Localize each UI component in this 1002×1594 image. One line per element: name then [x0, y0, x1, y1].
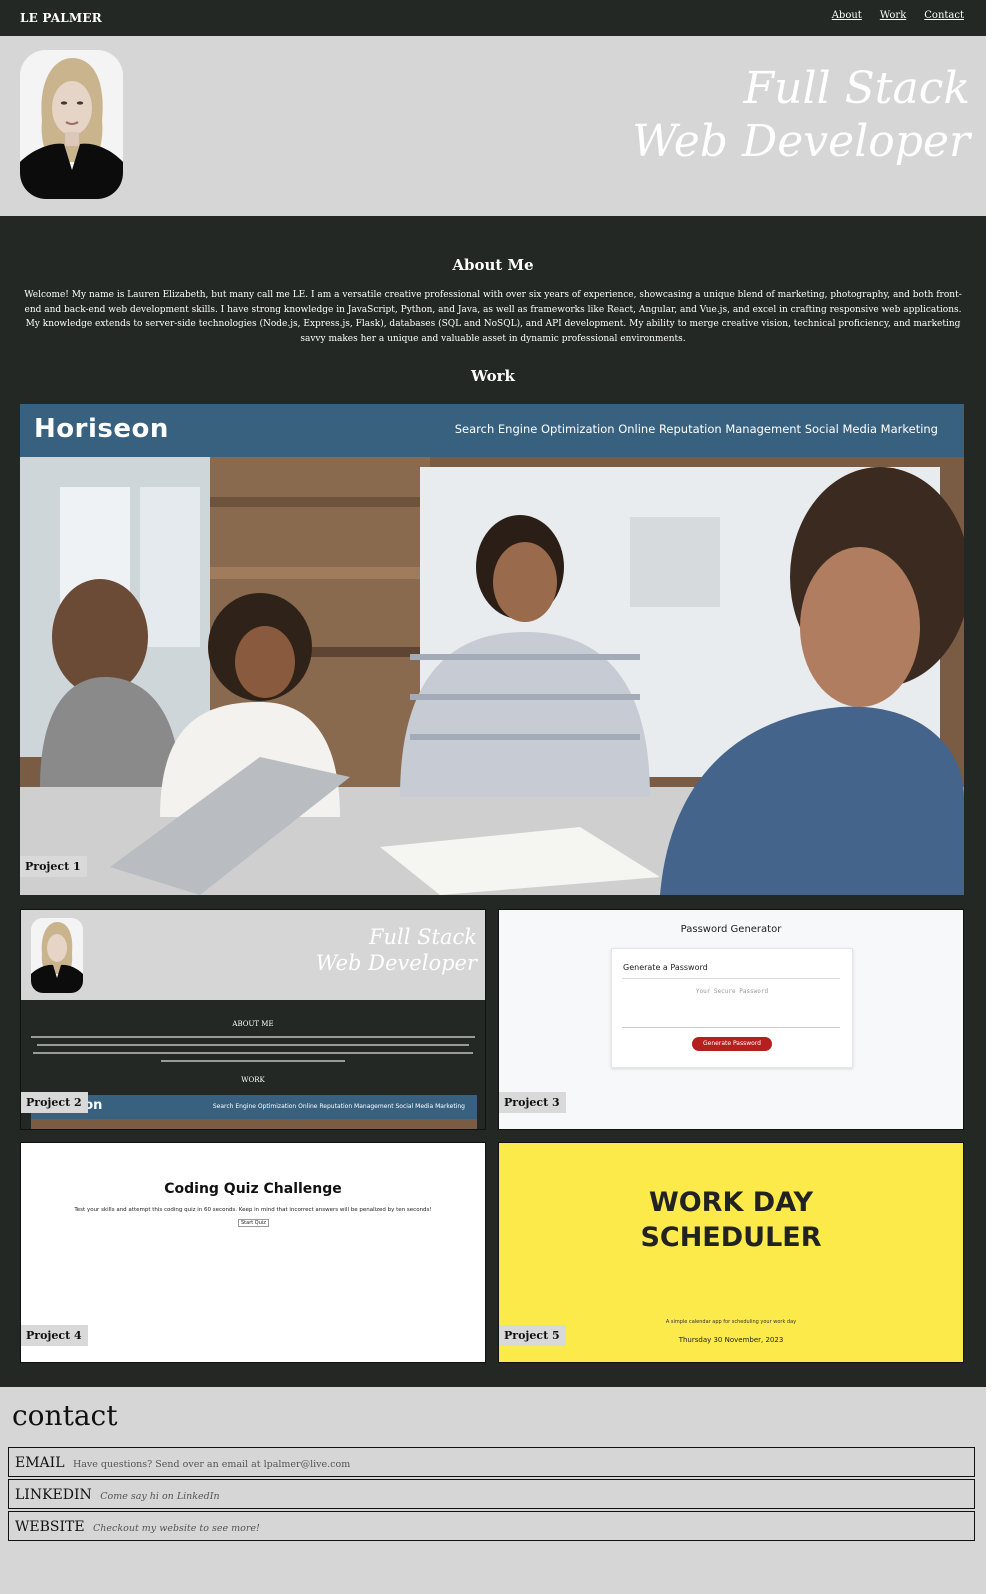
work-heading: Work [471, 367, 515, 385]
profile-photo [20, 50, 123, 199]
team-meeting-image [20, 457, 964, 895]
scheduler-title-line2: SCHEDULER [640, 1222, 822, 1253]
contact-linkedin-title: LINKEDIN [15, 1487, 92, 1503]
pw-divider [622, 978, 840, 979]
project-5-card[interactable]: WORK DAY SCHEDULER A simple calendar app… [498, 1142, 964, 1363]
nav-link-work[interactable]: Work [880, 10, 906, 21]
mini-horiseon-menu: Search Engine Optimization Online Reputa… [212, 1103, 465, 1110]
brand-name[interactable]: LE PALMER [20, 11, 102, 25]
start-quiz-button[interactable]: Start Quiz [238, 1219, 269, 1227]
horiseon-header: Horiseon Search Engine Optimization Onli… [20, 404, 964, 457]
contact-email-row[interactable]: EMAIL Have questions? Send over an email… [8, 1447, 975, 1477]
mini-hero-title: Full Stack Web Developer [316, 924, 477, 976]
horiseon-menu: Search Engine Optimization Online Reputa… [454, 422, 938, 436]
contact-linkedin-desc: Come say hi on LinkedIn [100, 1491, 220, 1502]
mini-hero-title-line1: Full Stack [368, 925, 477, 949]
contact-section: contact EMAIL Have questions? Send over … [0, 1387, 986, 1594]
page-scrollbar[interactable] [986, 0, 1002, 1594]
contact-heading: contact [12, 1399, 118, 1432]
project-4-card[interactable]: Coding Quiz Challenge Test your skills a… [20, 1142, 486, 1363]
project-3-label: Project 3 [499, 1092, 566, 1113]
contact-email-title: EMAIL [15, 1455, 65, 1471]
mini-profile-photo [31, 918, 83, 993]
mini-work-heading: WORK [241, 1076, 265, 1084]
mini-about-heading: ABOUT ME [232, 1020, 274, 1028]
contact-website: WEBSITE Checkout my website to see more! [15, 1519, 260, 1535]
project-4-label: Project 4 [21, 1325, 88, 1346]
quiz-title: Coding Quiz Challenge [164, 1181, 342, 1197]
contact-email-desc: Have questions? Send over an email at lp… [72, 1459, 351, 1470]
contact-website-row[interactable]: WEBSITE Checkout my website to see more! [8, 1511, 975, 1541]
hero-title: Full Stack Web Developer [632, 62, 970, 168]
nav-links: About Work Contact [832, 10, 964, 21]
scheduler-title: WORK DAY SCHEDULER [499, 1185, 963, 1255]
scheduler-title-line1: WORK DAY [648, 1187, 814, 1218]
project-2-card[interactable]: Full Stack Web Developer ABOUT ME WORK H… [20, 909, 486, 1130]
hero-banner: Full Stack Web Developer [0, 36, 986, 216]
pw-title: Password Generator [680, 924, 782, 935]
pw-card: Generate a Password Your Secure Password… [611, 948, 853, 1068]
contact-linkedin: LINKEDIN Come say hi on LinkedIn [15, 1487, 220, 1503]
nav-link-contact[interactable]: Contact [924, 10, 964, 21]
mini-hero: Full Stack Web Developer [21, 910, 485, 1000]
mini-team-image [31, 1119, 477, 1129]
contact-website-title: WEBSITE [15, 1519, 85, 1535]
pw-output-placeholder: Your Secure Password [695, 988, 769, 995]
pw-card-heading: Generate a Password [623, 963, 708, 972]
about-heading: About Me [452, 256, 534, 274]
quiz-instructions: Test your skills and attempt this coding… [74, 1207, 432, 1213]
top-nav: LE PALMER About Work Contact [0, 0, 986, 36]
nav-link-about[interactable]: About [832, 10, 862, 21]
mini-hero-title-line2: Web Developer [315, 951, 477, 975]
page: LE PALMER About Work Contact Full Stack … [0, 0, 986, 1594]
hero-title-line1: Full Stack [743, 63, 970, 114]
project-3-card[interactable]: Password Generator Generate a Password Y… [498, 909, 964, 1130]
pw-divider-bottom [622, 1027, 840, 1028]
project-1-label: Project 1 [20, 856, 87, 877]
contact-linkedin-row[interactable]: LINKEDIN Come say hi on LinkedIn [8, 1479, 975, 1509]
about-text: Welcome! My name is Lauren Elizabeth, bu… [24, 290, 962, 344]
mini-about-text-lines [31, 1036, 475, 1062]
mini-horiseon-bar: Horiseon Search Engine Optimization Onli… [31, 1095, 477, 1119]
generate-password-button[interactable]: Generate Password [692, 1037, 772, 1051]
scheduler-tagline: A simple calendar app for scheduling you… [665, 1319, 797, 1325]
contact-website-desc: Checkout my website to see more! [93, 1523, 260, 1534]
project-1-card[interactable]: Horiseon Search Engine Optimization Onli… [20, 404, 964, 895]
hero-title-line2: Web Developer [632, 116, 970, 167]
horiseon-logo: Horiseon [34, 414, 169, 444]
project-2-label: Project 2 [21, 1092, 88, 1113]
project-5-label: Project 5 [499, 1325, 566, 1346]
contact-email: EMAIL Have questions? Send over an email… [15, 1455, 350, 1471]
scheduler-date: Thursday 30 November, 2023 [678, 1336, 784, 1344]
